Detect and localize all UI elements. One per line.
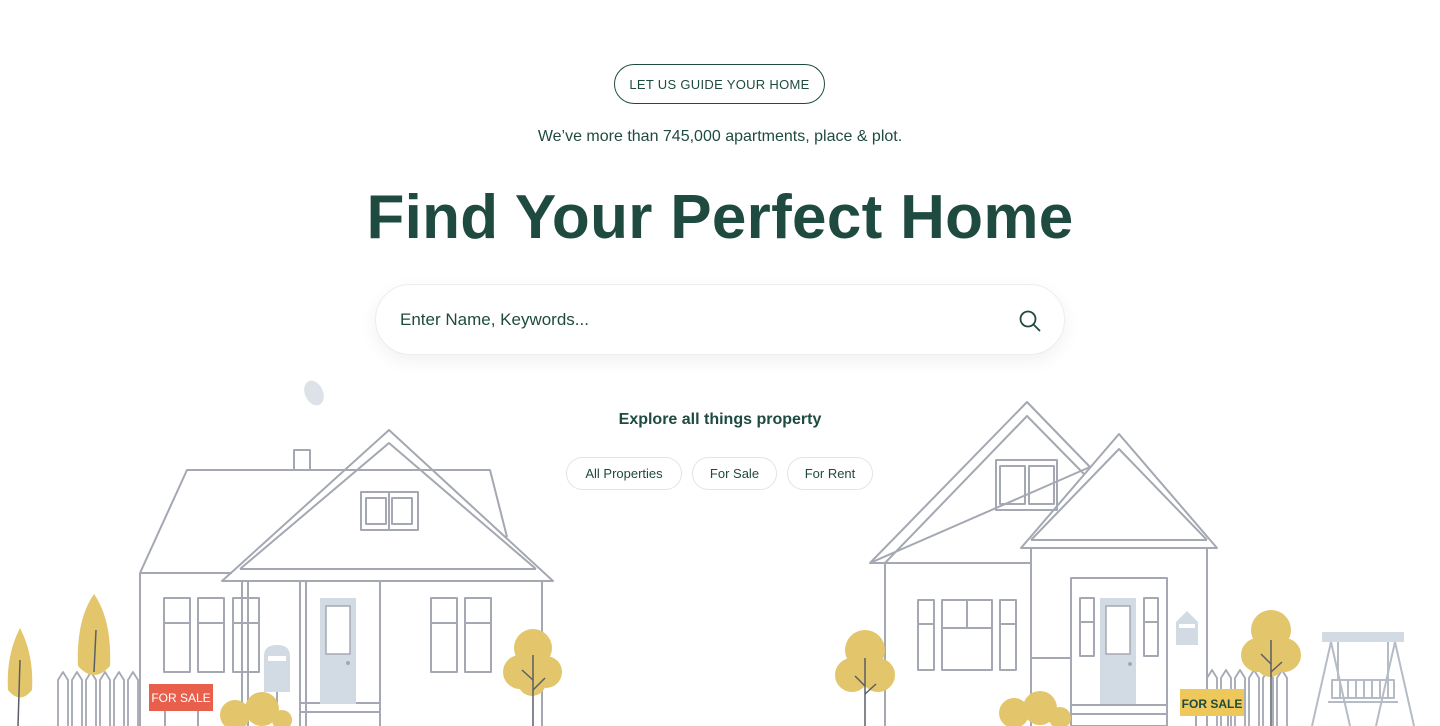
- page-title: Find Your Perfect Home: [366, 183, 1074, 252]
- porch-swing: [1311, 632, 1415, 726]
- right-house: [869, 401, 1218, 726]
- search-icon[interactable]: [1016, 307, 1044, 335]
- tab-for-sale[interactable]: For Sale: [692, 457, 777, 490]
- left-sale-sign: FOR SALE: [149, 684, 213, 726]
- left-mailbox: [264, 645, 290, 692]
- tab-all-properties[interactable]: All Properties: [566, 457, 682, 490]
- left-sale-sign-text: FOR SALE: [151, 691, 210, 705]
- explore-heading: Explore all things property: [618, 411, 822, 428]
- houses-illustration: FOR SALE FOR SALE: [7, 380, 1415, 726]
- chimney-smoke: [304, 380, 324, 406]
- property-filter-tabs: All Properties For Sale For Rent: [566, 457, 873, 490]
- guide-button[interactable]: LET US GUIDE YOUR HOME: [614, 64, 825, 104]
- hero-subtitle: We’ve more than 745,000 apartments, plac…: [537, 128, 903, 145]
- search-input[interactable]: [400, 303, 1000, 337]
- right-sale-sign-text: FOR SALE: [1182, 697, 1243, 711]
- search-bar: [375, 284, 1065, 355]
- left-fence: [57, 671, 139, 726]
- tab-for-rent[interactable]: For Rent: [787, 457, 873, 490]
- left-house: [139, 429, 554, 726]
